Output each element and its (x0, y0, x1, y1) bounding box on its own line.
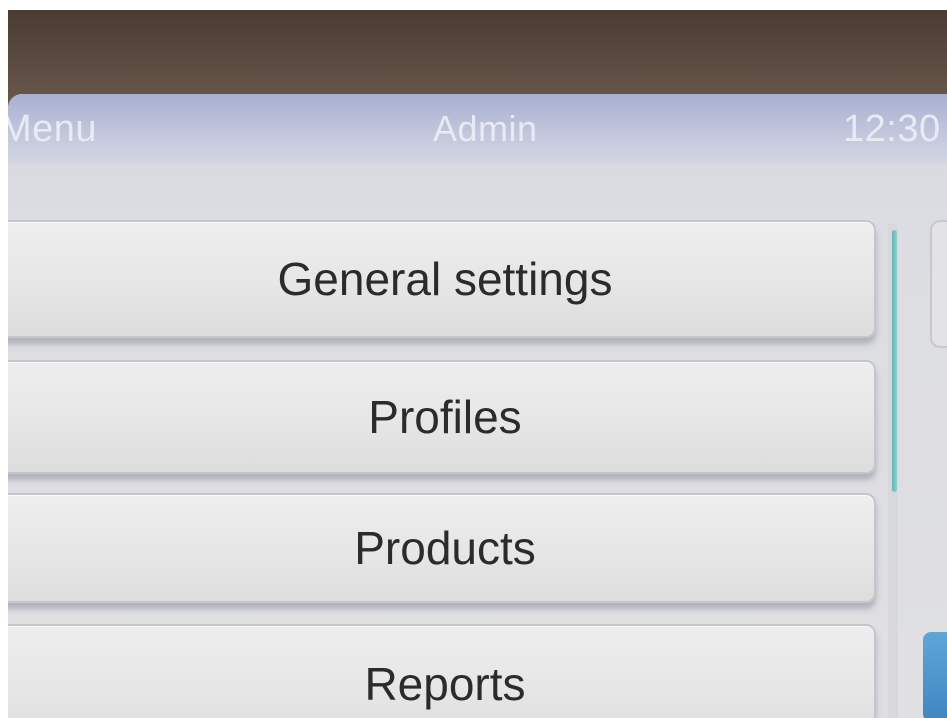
menu-button[interactable]: Menu (8, 108, 97, 151)
title-bar: Menu Admin 12:30 (8, 94, 947, 164)
profiles-button[interactable]: Profiles (8, 360, 876, 474)
profiles-label: Profiles (368, 391, 522, 443)
general-settings-button[interactable]: General settings (8, 220, 876, 338)
clock: 12:30 (843, 108, 941, 150)
touch-screen: Menu Admin 12:30 General settings Profil… (8, 94, 947, 718)
side-action-button[interactable] (923, 632, 947, 718)
reports-button[interactable]: Reports (8, 624, 876, 718)
general-settings-label: General settings (277, 253, 613, 305)
side-panel (930, 220, 947, 348)
scrollbar-thumb[interactable] (892, 230, 897, 492)
reports-label: Reports (364, 658, 526, 710)
page-title: Admin (433, 108, 538, 149)
products-label: Products (354, 522, 536, 574)
device-photo: Menu Admin 12:30 General settings Profil… (0, 0, 947, 718)
products-button[interactable]: Products (8, 493, 876, 603)
